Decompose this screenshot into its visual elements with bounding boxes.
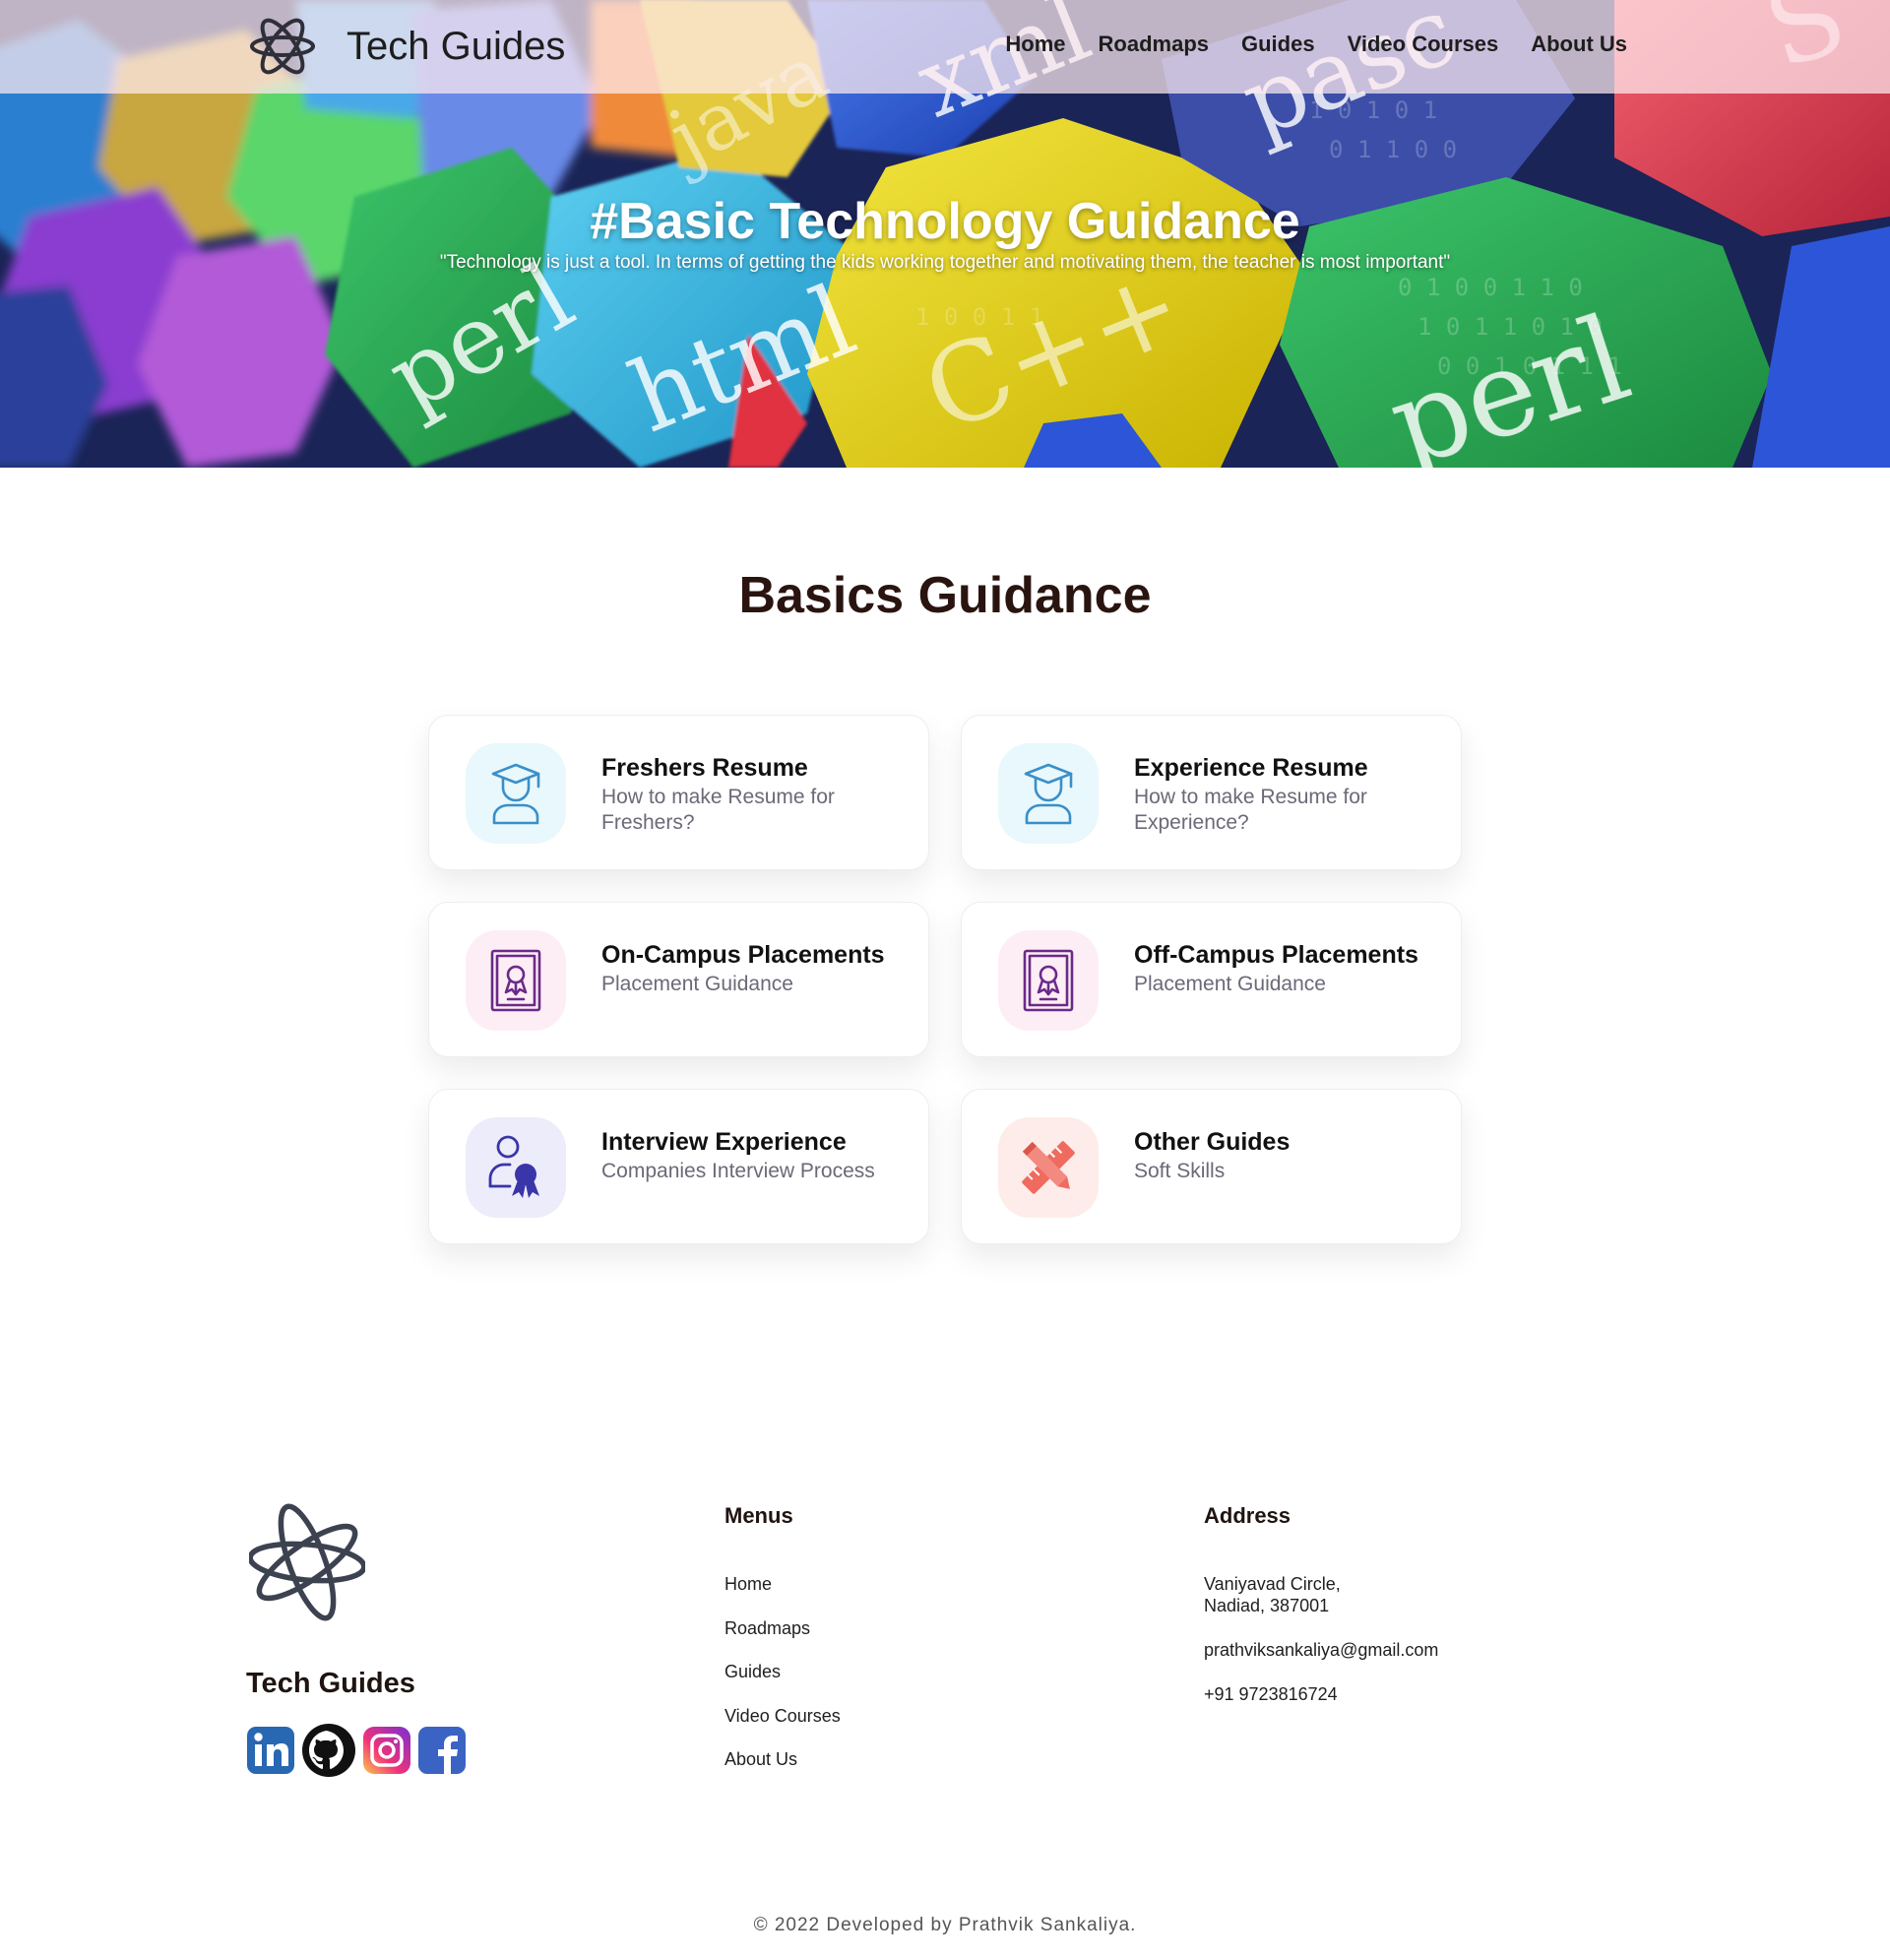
card-subtitle: Placement Guidance	[1134, 973, 1326, 995]
nav-home[interactable]: Home	[1005, 32, 1065, 57]
guide-card-other-guides[interactable]: Other Guides Soft Skills	[961, 1089, 1462, 1244]
card-subtitle: Placement Guidance	[601, 973, 793, 995]
copyright: © 2022 Developed by Prathvik Sankaliya.	[753, 1915, 1137, 1935]
guide-card-off-campus-placements[interactable]: Off-Campus Placements Placement Guidance	[961, 902, 1462, 1057]
card-subtitle: Soft Skills	[1134, 1160, 1226, 1182]
card-title: Interview Experience	[601, 1128, 847, 1156]
card-title: Other Guides	[1134, 1128, 1291, 1156]
card-title: Off-Campus Placements	[1134, 941, 1418, 969]
graduate-icon	[466, 743, 566, 844]
contact-phone[interactable]: +91 9723816724	[1204, 1683, 1438, 1705]
guide-card-freshers-resume[interactable]: Freshers Resume How to make Resume for F…	[428, 715, 929, 870]
instagram-icon[interactable]	[362, 1725, 411, 1776]
address-block: Vaniyavad Circle, Nadiad, 387001 prathvi…	[1204, 1573, 1438, 1728]
card-subtitle: How to make Resume for Experience?	[1134, 786, 1367, 834]
svg-text:0 1 1 0 0: 0 1 1 0 0	[1329, 136, 1457, 163]
footer-menu-list: Home Roadmaps Guides Video Courses About…	[724, 1573, 841, 1793]
footer-link-about-us[interactable]: About Us	[724, 1748, 841, 1793]
graduate-icon	[998, 743, 1099, 844]
address-line-2: Nadiad, 387001	[1204, 1596, 1330, 1615]
guide-card-on-campus-placements[interactable]: On-Campus Placements Placement Guidance	[428, 902, 929, 1057]
hero-title: #Basic Technology Guidance	[590, 193, 1300, 250]
footer-link-video-courses[interactable]: Video Courses	[724, 1705, 841, 1749]
card-subtitle: Companies Interview Process	[601, 1160, 875, 1182]
card-subtitle: How to make Resume for Freshers?	[601, 786, 835, 834]
guide-card-interview-experience[interactable]: Interview Experience Companies Interview…	[428, 1089, 929, 1244]
nav-video-courses[interactable]: Video Courses	[1348, 32, 1499, 57]
github-icon[interactable]	[301, 1723, 356, 1778]
top-navbar: Tech Guides Home Roadmaps Guides Video C…	[0, 0, 1890, 94]
nav-roadmaps[interactable]: Roadmaps	[1099, 32, 1209, 57]
card-title: Freshers Resume	[601, 754, 808, 782]
section-title: Basics Guidance	[738, 567, 1152, 624]
pencil-ruler-icon	[998, 1117, 1099, 1218]
svg-text:0 1 0 0 1 1 0: 0 1 0 0 1 1 0	[1398, 274, 1583, 301]
contact-email[interactable]: prathviksankaliya@gmail.com	[1204, 1639, 1438, 1661]
footer-link-roadmaps[interactable]: Roadmaps	[724, 1617, 841, 1662]
footer-brand-name: Tech Guides	[246, 1668, 415, 1699]
address-line-1: Vaniyavad Circle,	[1204, 1574, 1341, 1594]
atom-icon	[250, 18, 315, 75]
social-links	[246, 1723, 467, 1778]
certificate-icon	[466, 930, 566, 1031]
brand[interactable]: Tech Guides	[246, 12, 565, 81]
main-nav: Home Roadmaps Guides Video Courses About…	[973, 32, 1627, 57]
guide-cards-grid: Freshers Resume How to make Resume for F…	[428, 715, 1464, 1244]
guide-card-experience-resume[interactable]: Experience Resume How to make Resume for…	[961, 715, 1462, 870]
card-title: On-Campus Placements	[601, 941, 885, 969]
menus-heading: Menus	[724, 1503, 793, 1528]
card-title: Experience Resume	[1134, 754, 1368, 782]
footer-link-guides[interactable]: Guides	[724, 1661, 841, 1705]
facebook-icon[interactable]	[417, 1725, 467, 1776]
hero-quote: "Technology is just a tool. In terms of …	[439, 252, 1451, 273]
user-award-icon	[466, 1117, 566, 1218]
linkedin-icon[interactable]	[246, 1725, 295, 1776]
footer-link-home[interactable]: Home	[724, 1573, 841, 1617]
brand-name: Tech Guides	[346, 24, 566, 68]
address-heading: Address	[1204, 1503, 1292, 1528]
nav-guides[interactable]: Guides	[1241, 32, 1315, 57]
hero-banner: 0 1 0 0 1 1 0 1 0 1 1 0 1 0 0 0 1 0 1 1 …	[0, 0, 1890, 468]
nav-about-us[interactable]: About Us	[1531, 32, 1627, 57]
certificate-icon	[998, 930, 1099, 1031]
atom-icon	[249, 1503, 365, 1621]
